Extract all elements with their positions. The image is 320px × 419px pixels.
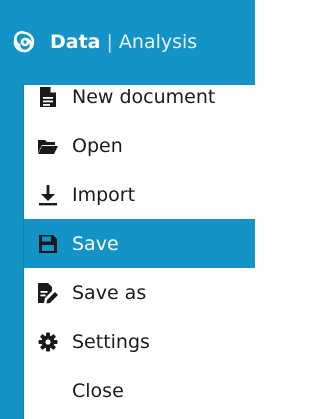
- gear-icon: [36, 330, 60, 354]
- menu-item-close[interactable]: Close: [24, 366, 255, 415]
- menu-item-settings[interactable]: Settings: [24, 317, 255, 366]
- menu-rail: [0, 85, 24, 419]
- file-text-icon: [36, 85, 60, 109]
- menu-item-label: Import: [72, 183, 136, 206]
- menu-item-open[interactable]: Open: [24, 121, 255, 170]
- menu-item-save-as[interactable]: Save as: [24, 268, 255, 317]
- menu-item-label: Close: [72, 379, 124, 402]
- app-title: Data | Analysis: [50, 26, 197, 58]
- menu-item-new-document[interactable]: New document: [24, 72, 255, 121]
- menu-item-label: Open: [72, 134, 123, 157]
- title-separator: |: [106, 31, 113, 53]
- download-icon: [36, 183, 60, 207]
- folder-open-icon: [36, 134, 60, 158]
- menu-item-label: Settings: [72, 330, 150, 353]
- app-title-primary: Data: [50, 31, 101, 53]
- floppy-disk-icon: [36, 232, 60, 256]
- file-menu: New document Open Import Save Save as Se…: [24, 72, 255, 415]
- menu-item-label: Save as: [72, 281, 147, 304]
- file-edit-icon: [36, 281, 60, 305]
- menu-item-import[interactable]: Import: [24, 170, 255, 219]
- menu-item-label: New document: [72, 85, 216, 108]
- menu-item-save[interactable]: Save: [24, 219, 255, 268]
- app-title-secondary: Analysis: [118, 31, 198, 53]
- menu-item-label: Save: [72, 232, 119, 255]
- spiral-logo-icon: [13, 31, 35, 53]
